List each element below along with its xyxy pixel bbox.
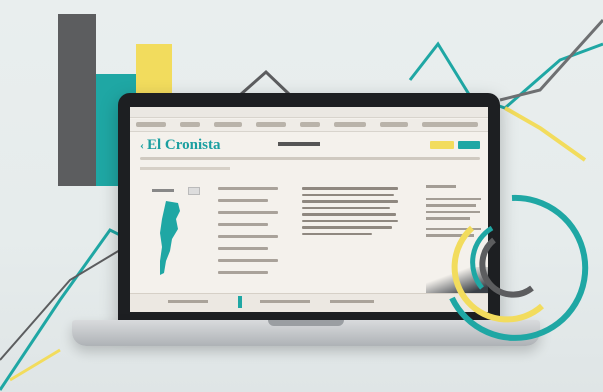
page-header-title bbox=[278, 142, 320, 146]
list-item[interactable] bbox=[218, 247, 268, 250]
brand-name: El Cronista bbox=[147, 137, 221, 153]
subscribe-button[interactable] bbox=[430, 141, 454, 149]
nav-item[interactable] bbox=[334, 122, 366, 127]
chevron-left-icon[interactable]: ‹ bbox=[140, 138, 144, 152]
nav-item[interactable] bbox=[180, 122, 200, 127]
article-text bbox=[302, 187, 398, 239]
nav-item[interactable] bbox=[136, 122, 166, 127]
login-button[interactable] bbox=[458, 141, 480, 149]
nav-item[interactable] bbox=[256, 122, 286, 127]
gray-peak-line bbox=[239, 69, 292, 97]
list-item[interactable] bbox=[218, 199, 268, 202]
footer-link[interactable] bbox=[168, 300, 208, 303]
footer-link[interactable] bbox=[330, 300, 374, 303]
dark-bar-shape bbox=[58, 14, 96, 186]
concentric-arcs-graphic bbox=[449, 194, 589, 341]
list-item[interactable] bbox=[218, 259, 278, 262]
map-widget[interactable] bbox=[152, 187, 202, 279]
list-item[interactable] bbox=[218, 211, 278, 214]
nav-item[interactable] bbox=[380, 122, 408, 127]
nav-item[interactable] bbox=[214, 122, 242, 127]
footer-link[interactable] bbox=[260, 300, 310, 303]
list-item[interactable] bbox=[218, 187, 278, 190]
yellow-bar-shape bbox=[136, 44, 172, 96]
headline-strip bbox=[140, 157, 480, 160]
list-item[interactable] bbox=[218, 271, 268, 274]
site-logo[interactable]: ‹ El Cronista bbox=[140, 137, 220, 154]
scroll-marker[interactable] bbox=[238, 296, 242, 308]
gray-line-right bbox=[499, 18, 603, 102]
browser-top-bar bbox=[130, 107, 488, 118]
argentina-map-icon bbox=[160, 201, 180, 275]
province-list bbox=[218, 187, 278, 283]
dark-arc bbox=[479, 237, 534, 298]
nav-item[interactable] bbox=[422, 122, 478, 127]
yellow-arc bbox=[451, 225, 545, 323]
list-item[interactable] bbox=[218, 235, 278, 238]
map-label bbox=[152, 189, 174, 192]
site-nav-bar bbox=[130, 119, 488, 132]
nav-item[interactable] bbox=[300, 122, 320, 127]
list-item[interactable] bbox=[218, 223, 268, 226]
map-selector[interactable] bbox=[188, 187, 200, 195]
yellow-line-right bbox=[504, 106, 587, 162]
breadcrumb[interactable] bbox=[140, 167, 230, 170]
